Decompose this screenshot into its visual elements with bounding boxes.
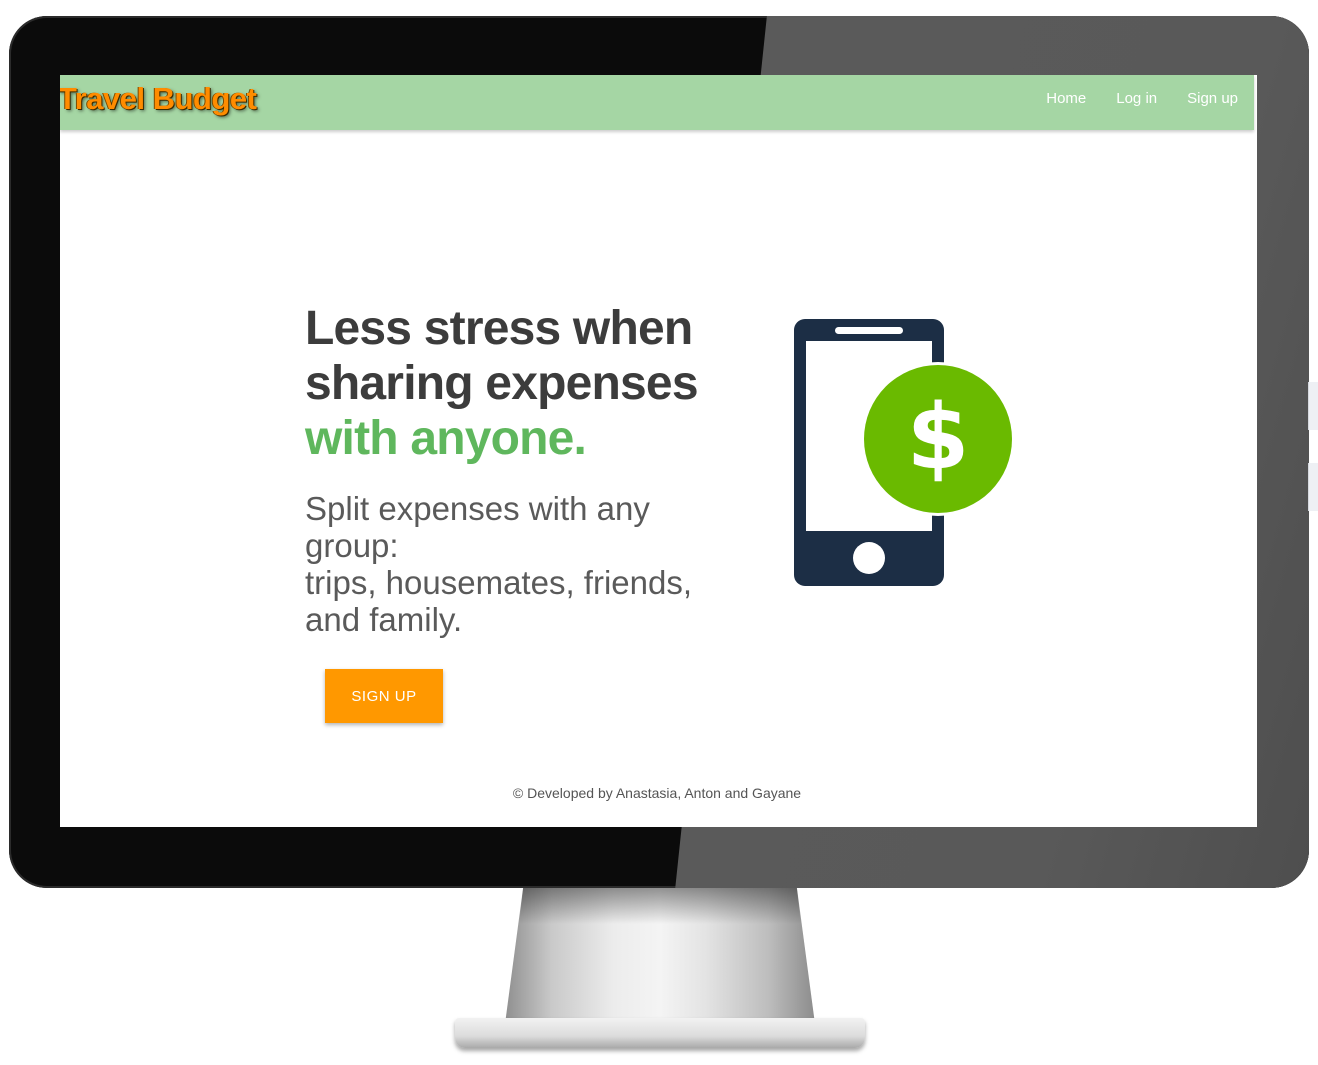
phone-speaker (835, 327, 903, 334)
navbar: Travel Budget Home Log in Sign up (60, 75, 1254, 130)
side-tab-lower[interactable] (1308, 463, 1318, 511)
hero-section: Less stress when sharing expenses with a… (305, 301, 745, 638)
nav-links: Home Log in Sign up (1046, 90, 1238, 107)
footer-credits: © Developed by Anastasia, Anton and Gaya… (512, 785, 802, 801)
headline-line-1: Less stress when (305, 302, 693, 355)
nav-signup-link[interactable]: Sign up (1187, 90, 1238, 107)
subhead-line-1: Split expenses with any (305, 490, 650, 527)
headline-line-2: sharing expenses (305, 357, 699, 410)
phone-home-button (853, 542, 885, 574)
monitor-screen: Travel Budget Home Log in Sign up Less s… (60, 75, 1257, 827)
monitor-stand-base (455, 1018, 865, 1048)
nav-home-link[interactable]: Home (1046, 90, 1086, 107)
hero-subheading: Split expenses with any group: trips, ho… (305, 490, 745, 638)
subhead-line-4: and family. (305, 601, 463, 638)
hero-headline: Less stress when sharing expenses with a… (305, 301, 745, 466)
nav-login-link[interactable]: Log in (1116, 90, 1157, 107)
subhead-line-2: group: (305, 527, 399, 564)
dollar-sign-icon: $ (907, 385, 970, 490)
signup-button[interactable]: SIGN UP (325, 669, 443, 723)
side-tab-upper[interactable] (1308, 382, 1318, 430)
phone-dollar-icon: $ (794, 319, 1015, 586)
brand-logo[interactable]: Travel Budget (60, 81, 257, 117)
monitor-mockup: Travel Budget Home Log in Sign up Less s… (0, 0, 1318, 1065)
monitor-stand-shadow (518, 884, 802, 924)
headline-accent: with anyone. (305, 412, 587, 465)
subhead-line-3: trips, housemates, friends, (305, 564, 693, 601)
